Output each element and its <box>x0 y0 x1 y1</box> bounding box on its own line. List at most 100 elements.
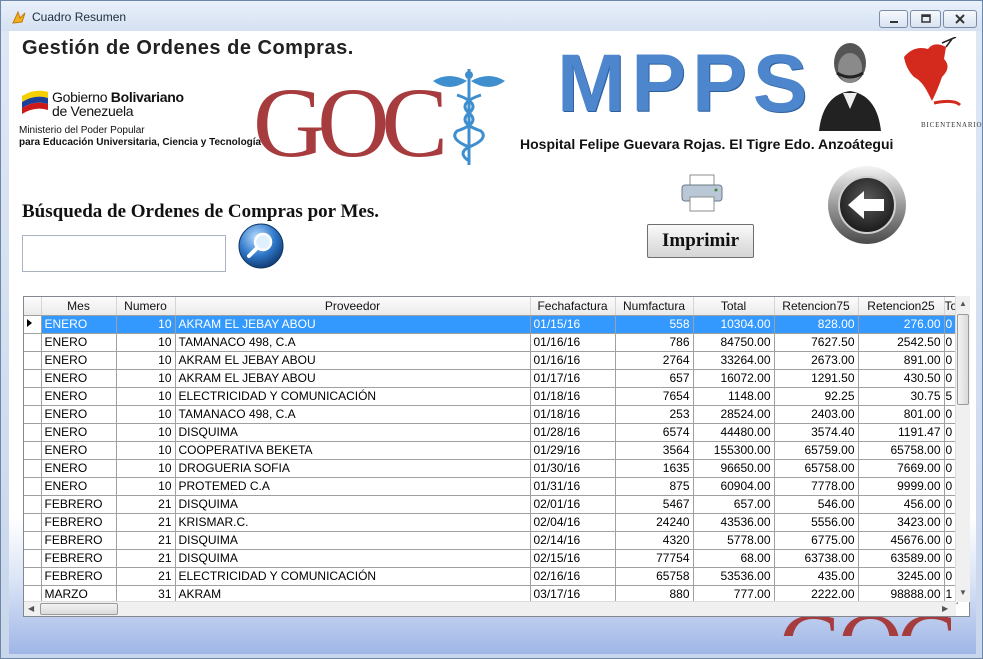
table-cell[interactable]: 5778.00 <box>693 531 775 550</box>
table-row[interactable]: ENERO 10 ELECTRICIDAD Y COMUNICACIÓN 01/18/… <box>24 387 959 406</box>
column-header[interactable]: Numero <box>116 297 176 316</box>
table-cell[interactable]: TAMANACO 498, C.A <box>175 405 531 424</box>
table-cell[interactable]: 60904.00 <box>693 477 775 496</box>
table-row[interactable]: ENERO 10 DISQUIMA 01/28/16 6574 44480.00 3574.… <box>24 423 959 442</box>
table-cell[interactable]: 786 <box>615 333 694 352</box>
table-cell[interactable]: 28524.00 <box>693 405 775 424</box>
table-cell[interactable]: 02/01/16 <box>530 495 616 514</box>
column-header[interactable]: Numfactura <box>615 297 694 316</box>
table-cell[interactable]: 44480.00 <box>693 423 775 442</box>
row-header[interactable] <box>24 567 42 586</box>
table-cell[interactable]: 33264.00 <box>693 351 775 370</box>
table-cell[interactable]: 7627.50 <box>774 333 859 352</box>
table-cell[interactable]: 6775.00 <box>774 531 859 550</box>
table-cell[interactable]: 2673.00 <box>774 351 859 370</box>
horizontal-scrollbar[interactable]: ◀ ▶ <box>24 601 956 616</box>
column-header[interactable]: Total <box>693 297 775 316</box>
table-cell[interactable]: 9999.00 <box>858 477 945 496</box>
table-cell[interactable]: 21 <box>116 513 176 532</box>
row-header[interactable] <box>24 549 42 568</box>
row-header[interactable] <box>24 333 42 352</box>
table-cell[interactable]: 21 <box>116 531 176 550</box>
table-cell[interactable]: DISQUIMA <box>175 549 531 568</box>
table-cell[interactable]: 01/28/16 <box>530 423 616 442</box>
table-cell[interactable]: 10 <box>116 423 176 442</box>
table-cell[interactable]: 7654 <box>615 387 694 406</box>
row-header[interactable] <box>24 531 42 550</box>
row-header[interactable] <box>24 369 42 388</box>
search-input[interactable] <box>22 235 226 272</box>
table-cell[interactable]: 01/29/16 <box>530 441 616 460</box>
table-cell[interactable]: 10304.00 <box>693 315 775 334</box>
table-cell[interactable]: 10 <box>116 477 176 496</box>
table-cell[interactable]: 4320 <box>615 531 694 550</box>
table-cell[interactable]: ENERO <box>41 441 117 460</box>
table-cell[interactable]: 96650.00 <box>693 459 775 478</box>
column-header[interactable]: Proveedor <box>175 297 531 316</box>
table-cell[interactable]: 01/18/16 <box>530 387 616 406</box>
table-cell[interactable]: 276.00 <box>858 315 945 334</box>
row-header[interactable] <box>24 423 42 442</box>
scroll-right-icon[interactable]: ▶ <box>942 604 948 613</box>
table-cell[interactable]: 10 <box>116 315 176 334</box>
table-cell[interactable]: 45676.00 <box>858 531 945 550</box>
table-cell[interactable]: FEBRERO <box>41 567 117 586</box>
table-cell[interactable]: ENERO <box>41 351 117 370</box>
table-cell[interactable]: 01/18/16 <box>530 405 616 424</box>
table-row[interactable]: ENERO 10 AKRAM EL JEBAY ABOU 01/17/16 657 160… <box>24 369 959 388</box>
table-cell[interactable]: 801.00 <box>858 405 945 424</box>
table-cell[interactable]: FEBRERO <box>41 495 117 514</box>
table-cell[interactable]: 155300.00 <box>693 441 775 460</box>
table-cell[interactable]: 84750.00 <box>693 333 775 352</box>
minimize-button[interactable] <box>879 10 908 28</box>
table-cell[interactable]: ENERO <box>41 315 117 334</box>
table-row[interactable]: ENERO 10 PROTEMED C.A 01/31/16 875 60904.00 77… <box>24 477 959 496</box>
table-cell[interactable]: DISQUIMA <box>175 531 531 550</box>
table-cell[interactable]: ENERO <box>41 477 117 496</box>
scroll-down-icon[interactable]: ▼ <box>959 588 967 597</box>
table-cell[interactable]: DROGUERIA SOFIA <box>175 459 531 478</box>
row-header[interactable] <box>24 459 42 478</box>
table-cell[interactable]: ENERO <box>41 423 117 442</box>
table-cell[interactable]: 21 <box>116 495 176 514</box>
title-bar[interactable]: Cuadro Resumen <box>1 1 982 31</box>
table-cell[interactable]: 657.00 <box>693 495 775 514</box>
vertical-scroll-thumb[interactable] <box>957 314 969 405</box>
table-cell[interactable]: DISQUIMA <box>175 495 531 514</box>
table-cell[interactable]: 2542.50 <box>858 333 945 352</box>
table-cell[interactable]: 24240 <box>615 513 694 532</box>
row-header[interactable] <box>24 387 42 406</box>
table-cell[interactable]: 63738.00 <box>774 549 859 568</box>
table-row[interactable]: FEBRERO 21 DISQUIMA 02/15/16 77754 68.00 63738… <box>24 549 959 568</box>
table-cell[interactable]: ENERO <box>41 369 117 388</box>
table-cell[interactable]: FEBRERO <box>41 531 117 550</box>
table-cell[interactable]: 3423.00 <box>858 513 945 532</box>
table-cell[interactable]: 21 <box>116 549 176 568</box>
table-row[interactable]: FEBRERO 21 DISQUIMA 02/14/16 4320 5778.00 6775… <box>24 531 959 550</box>
table-cell[interactable]: ELECTRICIDAD Y COMUNICACIÓN <box>175 567 531 586</box>
table-cell[interactable]: 10 <box>116 405 176 424</box>
table-cell[interactable]: 7778.00 <box>774 477 859 496</box>
table-cell[interactable]: COOPERATIVA BEKETA <box>175 441 531 460</box>
print-button[interactable]: Imprimir <box>647 224 754 258</box>
row-header[interactable] <box>24 477 42 496</box>
table-cell[interactable]: 253 <box>615 405 694 424</box>
table-cell[interactable]: 5556.00 <box>774 513 859 532</box>
row-header[interactable] <box>24 351 42 370</box>
table-cell[interactable]: 02/15/16 <box>530 549 616 568</box>
table-cell[interactable]: FEBRERO <box>41 549 117 568</box>
table-cell[interactable]: 01/31/16 <box>530 477 616 496</box>
table-cell[interactable]: 01/16/16 <box>530 351 616 370</box>
column-header[interactable]: Fechafactura <box>530 297 616 316</box>
table-cell[interactable]: 657 <box>615 369 694 388</box>
table-cell[interactable]: 68.00 <box>693 549 775 568</box>
orders-grid[interactable]: Mes Numero Proveedor Fechafactura Numfac… <box>23 296 970 617</box>
table-cell[interactable]: 10 <box>116 441 176 460</box>
table-row[interactable]: FEBRERO 21 DISQUIMA 02/01/16 5467 657.00 546.0… <box>24 495 959 514</box>
row-header[interactable] <box>24 441 42 460</box>
table-cell[interactable]: 01/15/16 <box>530 315 616 334</box>
table-cell[interactable]: 546.00 <box>774 495 859 514</box>
table-cell[interactable]: PROTEMED C.A <box>175 477 531 496</box>
table-cell[interactable]: 01/16/16 <box>530 333 616 352</box>
table-cell[interactable]: 92.25 <box>774 387 859 406</box>
